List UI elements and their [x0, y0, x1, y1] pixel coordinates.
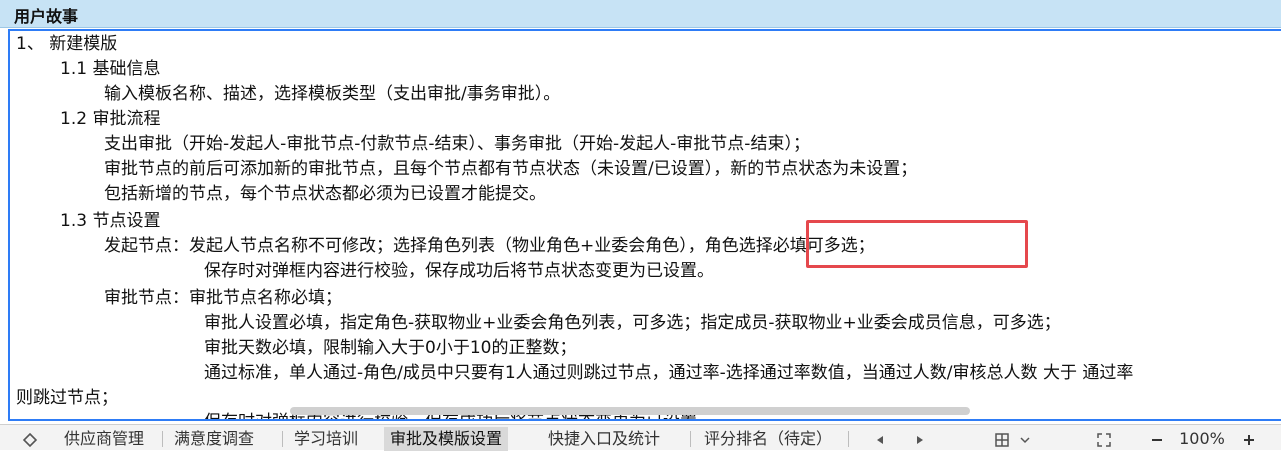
doc-line: 审批人设置必填，指定角色-获取物业+业委会角色列表，可多选；指定成员-获取物业+… [204, 313, 1061, 333]
document-body[interactable]: 1、 新建模版 1.1 基础信息 输入模板名称、描述，选择模板类型（支出审批/事… [8, 29, 1281, 421]
tab-supplier-management[interactable]: 供应商管理 [58, 427, 150, 451]
minus-icon[interactable] [1146, 427, 1168, 451]
expand-icon[interactable] [1092, 427, 1116, 451]
tab-score-ranking[interactable]: 评分排名（待定） [698, 427, 838, 451]
section-header: 用户故事 [0, 0, 1281, 28]
doc-line: 包括新增的节点，每个节点状态都必须为已设置才能提交。 [104, 184, 546, 204]
triangle-right-icon[interactable] [910, 427, 930, 451]
tab-approval-template-settings[interactable]: 审批及模版设置 [384, 427, 509, 451]
annotation-highlight-box [806, 220, 1028, 268]
doc-line: 1.2 审批流程 [60, 109, 161, 129]
doc-line: 则跳过节点； [16, 388, 118, 408]
doc-line: 审批天数必填，限制输入大于0小于10的正整数； [204, 338, 577, 358]
doc-line: 审批节点的前后可添加新的审批节点，且每个节点都有节点状态（未设置/已设置），新的… [104, 159, 918, 179]
chevron-down-icon[interactable] [1016, 427, 1034, 451]
doc-line: 发起节点：发起人节点名称不可修改；选择角色列表（物业角色+业委会角色），角色选择… [104, 236, 875, 256]
doc-line: 输入模板名称、描述，选择模板类型（支出审批/事务审批）。 [104, 84, 561, 104]
tab-satisfaction-survey[interactable]: 满意度调查 [168, 427, 260, 451]
doc-line: 1.1 基础信息 [60, 59, 161, 79]
tab-shortcuts-statistics[interactable]: 快捷入口及统计 [542, 427, 666, 451]
triangle-left-icon[interactable] [870, 427, 890, 451]
doc-line: 支出审批（开始-发起人-审批节点-付款节点-结束）、事务审批（开始-发起人-审批… [104, 134, 810, 154]
tab-training[interactable]: 学习培训 [288, 427, 364, 451]
diamond-outline-icon[interactable] [18, 427, 42, 451]
grid-layout-icon[interactable] [990, 427, 1014, 451]
plus-icon[interactable] [1238, 427, 1260, 451]
doc-line: 审批节点：审批节点名称必填； [104, 288, 342, 308]
section-title: 用户故事 [14, 7, 79, 26]
sheet-tab-bar: 供应商管理 满意度调查 学习培训 审批及模版设置 快捷入口及统计 评分排名（待定… [0, 424, 1281, 451]
doc-line: 1.3 节点设置 [60, 211, 161, 231]
horizontal-scrollbar[interactable] [290, 407, 970, 415]
doc-line: 保存时对弹框内容进行校验，保存成功后将节点状态变更为已设置。 [204, 261, 714, 281]
zoom-level: 100% [1179, 429, 1225, 448]
doc-line: 1、 新建模版 [16, 34, 118, 54]
doc-line: 通过标准，单人通过-角色/成员中只要有1人通过则跳过节点，通过率-选择通过率数值… [204, 363, 1134, 383]
